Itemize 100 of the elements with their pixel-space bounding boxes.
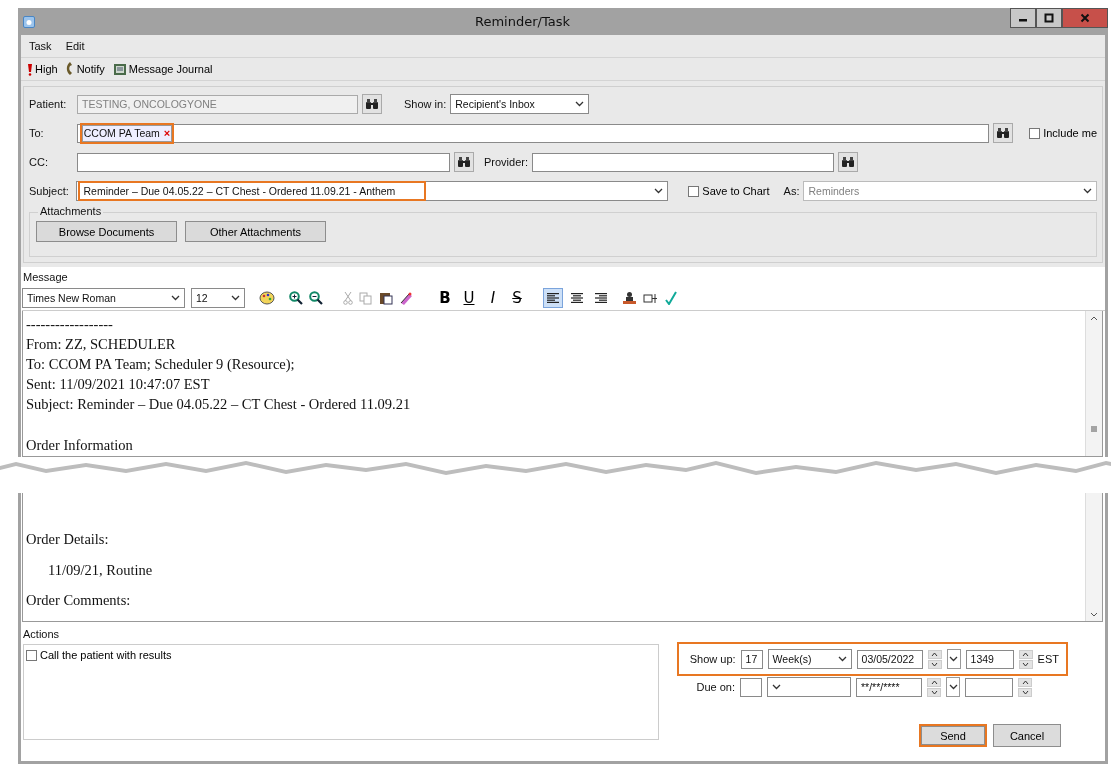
journal-icon [112, 62, 127, 76]
caret-icon [231, 295, 240, 301]
binoculars-icon [457, 156, 471, 168]
provider-field[interactable] [532, 152, 835, 172]
stamp-icon[interactable] [622, 291, 637, 305]
font-dropdown[interactable]: Times New Roman [22, 288, 185, 308]
section-label: Message [22, 270, 69, 285]
zoom-in-icon[interactable] [289, 291, 303, 305]
align-right-icon [594, 292, 608, 304]
align-left-icon [546, 292, 560, 304]
dialog-button[interactable]: Send [919, 724, 987, 747]
caret-icon [772, 684, 781, 690]
action-checkbox[interactable]: Call the patient with results [26, 649, 172, 661]
message-line: Order Details: [26, 530, 110, 549]
show-in-dropdown[interactable]: Recipient's Inbox [450, 94, 590, 114]
field-insert-icon[interactable] [643, 291, 658, 305]
exclamation-icon [27, 62, 33, 76]
caret-icon [654, 188, 664, 194]
maximize-button[interactable] [1036, 8, 1062, 28]
scroll-thumb-icon[interactable] [1090, 426, 1098, 432]
field-label: CC: [29, 156, 49, 168]
count-field[interactable]: 17 [740, 649, 763, 669]
attachment-button[interactable]: Other Attachments [185, 221, 326, 242]
binoculars-icon [996, 127, 1011, 139]
brush-icon[interactable] [399, 291, 414, 305]
spin-button[interactable] [1018, 677, 1032, 697]
font-size-dropdown[interactable]: 12 [191, 288, 245, 308]
spin-button[interactable] [927, 649, 942, 669]
bold-button[interactable]: B [436, 289, 454, 307]
scrollbar[interactable] [1085, 493, 1102, 621]
timezone-label: EST [1037, 653, 1059, 665]
save-to-chart-checkbox[interactable]: Save to Chart [688, 185, 770, 197]
caret-icon [171, 295, 180, 301]
search-button[interactable] [993, 123, 1014, 143]
maximize-icon [1044, 13, 1054, 23]
caret-icon [948, 684, 958, 690]
phone-icon [65, 62, 75, 76]
strikethrough-button[interactable]: S [508, 289, 526, 307]
include-me-checkbox[interactable]: Include me [1029, 127, 1097, 139]
zoom-out-icon[interactable] [309, 291, 323, 305]
caret-icon [949, 656, 959, 662]
dialog-button[interactable]: Cancel [993, 724, 1061, 747]
paste-icon[interactable] [379, 291, 393, 305]
subject-text: Reminder – Due 04.05.22 – CT Chest - Ordered 11.09.21 - Anthem [81, 184, 424, 198]
toolbar-button[interactable]: Message Journal [112, 62, 213, 76]
search-button[interactable] [454, 152, 474, 172]
date-dropdown[interactable] [946, 649, 961, 669]
field-label: Due on: [695, 681, 735, 693]
field-label: Show in: [404, 98, 447, 110]
time-field[interactable] [965, 677, 1013, 697]
subject-field[interactable]: Reminder – Due 04.05.22 – CT Chest - Ordered 11.09.21 - Anthem [76, 181, 669, 201]
message-line: 11/09/21, Routine [47, 560, 154, 580]
close-icon [1080, 13, 1090, 23]
search-button[interactable] [838, 152, 859, 172]
toolbar-button[interactable]: High [27, 62, 58, 76]
recipient-chip[interactable]: CCOM PA Team × [79, 122, 175, 144]
time-field[interactable]: 1349 [965, 649, 1014, 669]
palette-icon[interactable] [259, 291, 275, 305]
toolbar-button[interactable]: Notify [65, 62, 105, 76]
message-line: Sent: 11/09/2021 10:47:07 EST [26, 375, 211, 394]
group-label: Attachments [38, 205, 104, 217]
remove-button[interactable]: × [163, 127, 171, 139]
scrollbar[interactable] [1085, 311, 1102, 456]
align-left-button[interactable] [544, 289, 562, 307]
field-label: As: [783, 185, 800, 197]
field-label: Show up: [688, 653, 736, 665]
underline-button[interactable]: U [460, 289, 478, 307]
unit-dropdown[interactable]: Week(s) [767, 649, 852, 669]
search-button[interactable] [362, 94, 382, 114]
message-line: ------------------ [26, 315, 114, 334]
date-field[interactable]: 03/05/2022 [856, 649, 923, 669]
unit-dropdown[interactable] [767, 677, 851, 697]
binoculars-icon [365, 98, 379, 110]
spin-button[interactable] [927, 677, 941, 697]
close-button[interactable] [1062, 8, 1108, 28]
menu-item[interactable]: Task [29, 40, 52, 52]
window-title: Reminder/Task [474, 14, 571, 29]
italic-button[interactable]: I [484, 289, 502, 307]
message-line: From: ZZ, SCHEDULER [26, 335, 177, 354]
field-label: Provider: [484, 156, 529, 168]
date-field[interactable]: **/**/**** [856, 677, 922, 697]
binoculars-icon [841, 156, 856, 168]
menu-item[interactable]: Edit [65, 40, 85, 52]
spellcheck-icon[interactable] [664, 291, 678, 305]
date-dropdown[interactable] [946, 677, 960, 697]
caret-icon [1083, 188, 1092, 194]
spin-button[interactable] [1018, 649, 1033, 669]
to-field[interactable]: CCOM PA Team × [76, 123, 990, 143]
field-label: Subject: [29, 185, 70, 197]
align-center-icon [570, 292, 584, 304]
count-field[interactable] [740, 677, 762, 697]
attachment-button[interactable]: Browse Documents [36, 221, 177, 242]
cc-field[interactable] [77, 152, 450, 172]
minimize-button[interactable] [1010, 8, 1036, 28]
message-line: Subject: Reminder – Due 04.05.22 – CT Chest - Ordered 11.09.21 [26, 395, 412, 414]
caret-icon [837, 656, 847, 662]
field-label: To: [29, 127, 45, 139]
field-label: Patient: [29, 98, 68, 110]
section-label: Actions [22, 628, 61, 642]
message-line: Order Information [26, 436, 134, 455]
